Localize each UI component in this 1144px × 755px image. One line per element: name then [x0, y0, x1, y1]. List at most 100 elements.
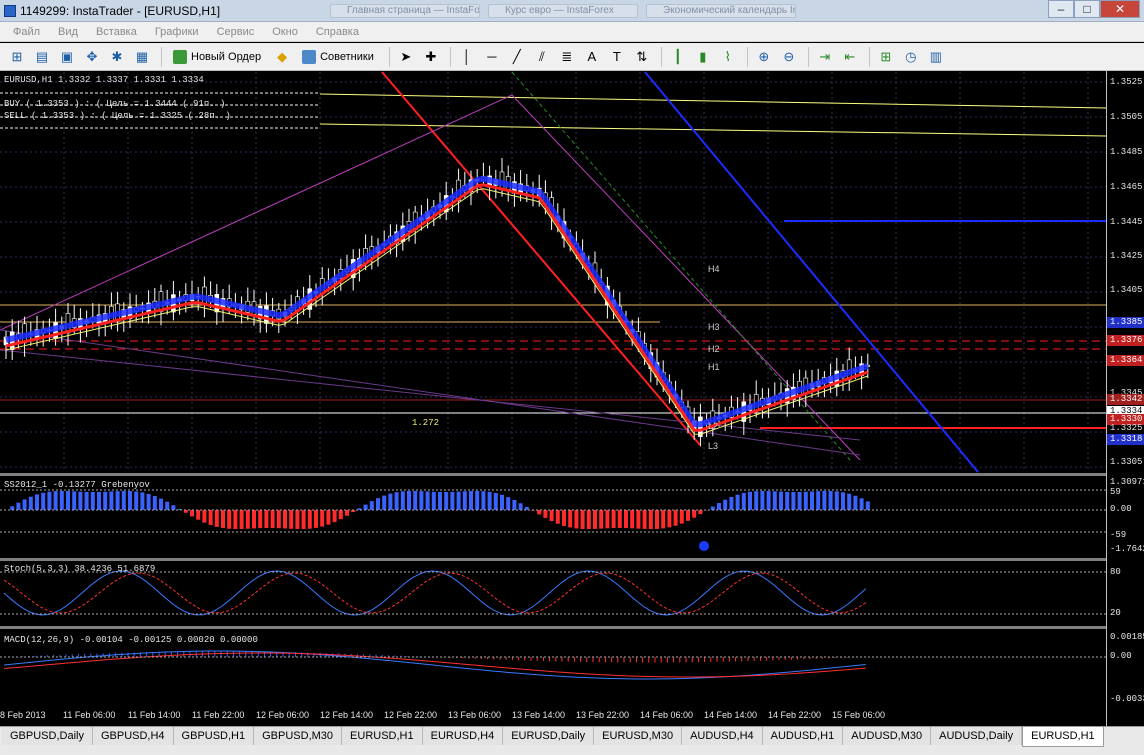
histogram-bar	[208, 510, 213, 526]
histogram-bar	[865, 501, 870, 510]
histogram-bar	[84, 491, 89, 510]
histogram-bar	[264, 510, 269, 529]
time-axis[interactable]: 8 Feb 2013 11 Feb 06:00 11 Feb 14:00 11 …	[0, 708, 1106, 724]
histogram-bar	[221, 510, 225, 529]
chart-tab[interactable]: GBPUSD,M30	[254, 727, 343, 745]
histogram-bar	[568, 510, 573, 528]
pivot-label-h2: H2	[708, 344, 720, 354]
chart-tab[interactable]: AUDUSD,H4	[682, 727, 763, 745]
chart-tab[interactable]: GBPUSD,H4	[92, 727, 174, 745]
price-tag: 1.3385	[1107, 317, 1144, 328]
histogram-bar	[717, 503, 721, 510]
price-tick: 1.3465	[1110, 182, 1143, 192]
histogram-bar	[338, 510, 343, 520]
chart-tab[interactable]: AUDUSD,M30	[843, 727, 932, 745]
histogram-bar	[369, 501, 374, 510]
histogram-bar	[822, 490, 827, 510]
histogram-bar	[859, 498, 864, 510]
chart-tab[interactable]: GBPUSD,Daily	[2, 727, 93, 745]
histogram-bar	[648, 510, 653, 530]
histogram-bar	[159, 498, 163, 510]
histogram-bar	[239, 510, 244, 530]
histogram-bar	[741, 492, 746, 510]
histogram-bar	[673, 510, 678, 526]
pane-divider[interactable]	[0, 558, 1144, 561]
time-tick: 11 Feb 22:00	[192, 710, 245, 720]
histogram-bar	[314, 510, 318, 528]
histogram-bar	[103, 491, 108, 510]
pivot-label-l2: L2	[708, 421, 719, 431]
histogram-bar	[512, 499, 517, 510]
price-tag: 1.3318	[1107, 434, 1144, 445]
chart-tab[interactable]: EURUSD,Daily	[503, 727, 595, 745]
chart-tab[interactable]: EURUSD,M30	[594, 727, 683, 745]
histogram-bar	[779, 491, 783, 510]
pivot-label-h4: H4	[708, 264, 720, 274]
price-tick: 1.3405	[1110, 285, 1143, 295]
histogram-bar	[500, 494, 504, 510]
pivot-label-h3: H3	[708, 322, 720, 332]
histogram-bar	[245, 510, 250, 529]
macd-tick: 0.00	[1110, 651, 1132, 661]
histogram-bar	[493, 493, 498, 510]
price-tick: 1.3445	[1110, 217, 1143, 227]
chart-tab[interactable]: AUDUSD,Daily	[931, 727, 1023, 745]
price-tick: 1.3525	[1110, 77, 1143, 87]
histogram-bar	[834, 491, 839, 510]
chart-tab[interactable]: EURUSD,H4	[422, 727, 504, 745]
histogram-bar	[828, 490, 833, 510]
histogram-bar	[227, 510, 232, 529]
histogram-bar	[475, 490, 480, 510]
macd-tick: 0.00185	[1110, 632, 1144, 642]
histogram-bar	[735, 494, 740, 510]
histogram-bar	[320, 510, 325, 527]
histogram-bar	[35, 494, 39, 510]
histogram-bar	[171, 505, 176, 510]
histogram-bar	[345, 510, 349, 516]
histogram-bar	[53, 491, 58, 510]
buy-target-line	[319, 93, 1107, 109]
histogram-bar	[295, 510, 300, 530]
histogram-bar	[580, 510, 585, 529]
histogram-bar	[66, 491, 70, 510]
histogram-bar	[816, 491, 821, 510]
macd-indicator-label: MACD(12,26,9) -0.00104 -0.00125 0.00020 …	[4, 635, 258, 645]
chart-tab-active[interactable]: EURUSD,H1	[1022, 727, 1104, 747]
price-tick: 1.3485	[1110, 147, 1143, 157]
time-tick: 14 Feb 06:00	[640, 710, 694, 720]
pane-divider[interactable]	[0, 626, 1144, 629]
histogram-bar	[97, 491, 101, 510]
price-tick: 1.3305	[1110, 457, 1143, 467]
histogram-bar	[332, 510, 337, 523]
histogram-bar	[810, 491, 814, 510]
histogram-bar	[642, 510, 647, 529]
histogram-bar	[791, 491, 796, 510]
histogram-bar	[555, 510, 560, 524]
histogram-bar	[797, 491, 802, 510]
chart-tab[interactable]: GBPUSD,H1	[173, 727, 255, 745]
ss2012-tick: 0.00	[1110, 504, 1132, 514]
histogram-bar	[146, 493, 151, 510]
price-tag: 1.3364	[1107, 355, 1144, 366]
stoch-signal-line	[3, 572, 867, 614]
histogram-bar	[276, 510, 281, 529]
histogram-bar	[748, 491, 752, 510]
time-tick: 12 Feb 14:00	[320, 710, 374, 720]
chart-tab[interactable]: EURUSD,H1	[342, 727, 423, 745]
price-scale[interactable]: 1.3525 1.3505 1.3485 1.3465 1.3445 1.342…	[1106, 71, 1144, 726]
histogram-bar	[407, 490, 411, 510]
time-tick: 11 Feb 06:00	[63, 710, 116, 720]
histogram-bar	[59, 490, 64, 510]
red-channel-line	[381, 71, 701, 446]
time-tick: 13 Feb 14:00	[512, 710, 566, 720]
histogram-bar	[760, 490, 765, 510]
histogram-bar	[140, 492, 145, 510]
histogram-bar	[450, 491, 455, 510]
pivot-label-h1: H1	[708, 362, 720, 372]
chart-tab[interactable]: AUDUSD,H1	[762, 727, 844, 745]
histogram-bar	[115, 491, 120, 510]
macd-tick: -0.00332	[1110, 694, 1144, 704]
histogram-bar	[611, 510, 616, 529]
pane-divider[interactable]	[0, 473, 1144, 476]
histogram-bar	[630, 510, 635, 529]
